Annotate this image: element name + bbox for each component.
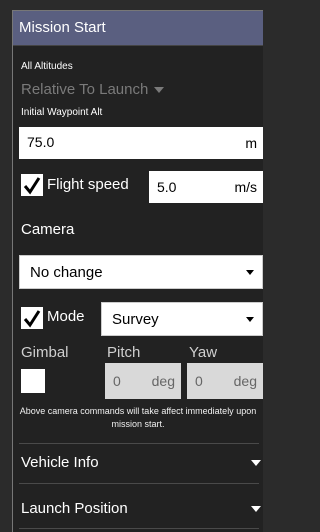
yaw-value: 0: [195, 373, 203, 389]
camera-mode-label: Mode: [47, 308, 85, 325]
divider: [19, 443, 259, 444]
camera-mode-dropdown[interactable]: Survey: [101, 302, 263, 336]
chevron-down-icon[interactable]: [251, 460, 261, 466]
gimbal-checkbox[interactable]: [21, 369, 45, 393]
yaw-label: Yaw: [189, 344, 218, 361]
flight-speed-unit: m/s: [234, 179, 257, 195]
camera-action-value: No change: [30, 264, 103, 281]
chevron-down-icon: [246, 270, 254, 275]
divider: [19, 483, 259, 484]
initial-waypoint-alt-field[interactable]: 75.0 m: [19, 127, 263, 159]
camera-mode-checkbox[interactable]: [21, 307, 43, 329]
flight-speed-value: 5.0: [157, 179, 177, 195]
checkmark-icon: [23, 310, 41, 328]
initial-waypoint-alt-label: Initial Waypoint Alt: [21, 107, 103, 118]
checkmark-icon: [23, 177, 41, 195]
initial-waypoint-alt-value: 75.0: [27, 134, 55, 150]
launch-position-section[interactable]: Launch Position: [21, 500, 128, 517]
divider: [19, 528, 259, 529]
flight-speed-field[interactable]: 5.0 m/s: [149, 171, 263, 203]
pitch-field[interactable]: 0 deg: [105, 363, 181, 399]
chevron-down-icon: [246, 317, 254, 322]
panel-header: Mission Start: [13, 11, 263, 46]
pitch-unit: deg: [151, 373, 175, 389]
chevron-down-icon[interactable]: [251, 506, 261, 512]
yaw-unit: deg: [233, 373, 257, 389]
vehicle-info-section[interactable]: Vehicle Info: [21, 454, 99, 471]
pitch-value: 0: [113, 373, 121, 389]
chevron-down-icon: [154, 87, 165, 94]
altitude-mode-dropdown[interactable]: Relative To Launch: [21, 81, 165, 98]
camera-action-dropdown[interactable]: No change: [19, 255, 263, 289]
camera-note: Above camera commands will take affect i…: [19, 406, 257, 429]
camera-mode-value: Survey: [112, 311, 159, 328]
flight-speed-checkbox[interactable]: [21, 174, 43, 196]
camera-label: Camera: [21, 221, 75, 238]
gimbal-label: Gimbal: [21, 344, 69, 361]
mission-start-panel: Mission Start All Altitudes Relative To …: [12, 10, 263, 532]
altitude-mode-label: All Altitudes: [21, 61, 73, 72]
flight-speed-label: Flight speed: [47, 176, 129, 193]
initial-waypoint-alt-unit: m: [245, 135, 257, 151]
yaw-field[interactable]: 0 deg: [187, 363, 263, 399]
altitude-mode-value: Relative To Launch: [21, 81, 149, 98]
pitch-label: Pitch: [107, 344, 141, 361]
